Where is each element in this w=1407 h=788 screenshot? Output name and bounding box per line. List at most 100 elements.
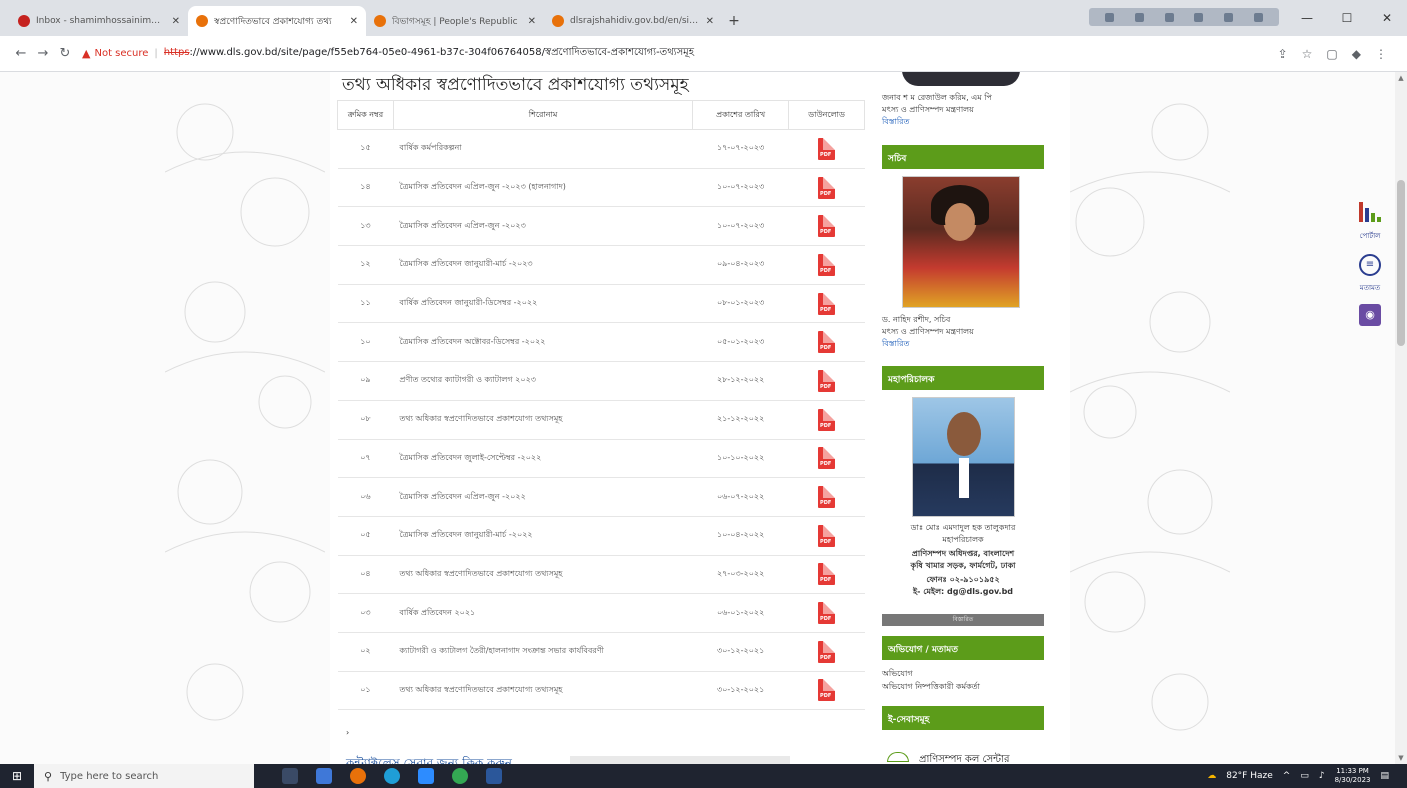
row-date: ২১-১২-২০২২: [692, 399, 789, 440]
browser-tab[interactable]: dlsrajshahidiv.gov.bd/en/site/p ✕: [544, 6, 722, 36]
pdf-download-icon[interactable]: PDF: [818, 524, 836, 547]
forward-icon[interactable]: →: [32, 46, 54, 61]
complaint-link[interactable]: অভিযোগ: [882, 668, 913, 679]
row-date: ০৬-০৭-২০২২: [692, 477, 789, 517]
chrome-icon[interactable]: [452, 768, 468, 784]
row-date: ২৭-০৩-২০২২: [692, 554, 789, 595]
row-title: বার্ষিক প্রতিবেদন জানুয়ারী-ডিসেম্বর -২০…: [393, 283, 693, 324]
pdf-download-icon[interactable]: PDF: [818, 486, 836, 509]
toolbar-icon[interactable]: [1223, 12, 1233, 22]
warning-icon[interactable]: ▲: [82, 47, 90, 60]
network-icon[interactable]: ▭: [1300, 771, 1309, 781]
tab-title: dlsrajshahidiv.gov.bd/en/site/p: [570, 16, 700, 26]
dg-phone: ফোনঃ ০২-৯১০১৯৫২: [926, 575, 1000, 584]
pdf-download-icon[interactable]: PDF: [818, 369, 836, 392]
portal-label[interactable]: পোর্টাল: [1352, 230, 1388, 242]
accessibility-icon[interactable]: ◉: [1359, 304, 1381, 326]
feedback-icon[interactable]: ≡: [1359, 254, 1381, 276]
pdf-download-icon[interactable]: PDF: [818, 408, 836, 431]
weather-text[interactable]: 82°F Haze: [1226, 771, 1273, 781]
toolbar-icon[interactable]: [1164, 12, 1174, 22]
browser-tab[interactable]: স্বপ্রণোদিতভাবে প্রকাশযোগ্য তথ্য ✕: [188, 6, 366, 36]
toolbar-icon[interactable]: [1253, 12, 1263, 22]
weather-icon[interactable]: ☁: [1207, 771, 1216, 781]
feedback-label[interactable]: মতামত: [1352, 282, 1388, 294]
row-date: ১০-১০-২০২২: [692, 438, 789, 479]
minister-name: জনাব শ ম রেজাউল করিম, এম পি: [882, 93, 992, 102]
reload-icon[interactable]: ↻: [54, 46, 76, 61]
extension-icon[interactable]: ◆: [1352, 47, 1361, 61]
file-explorer-icon[interactable]: [316, 768, 332, 784]
windows-start-icon[interactable]: ⊞: [0, 769, 34, 783]
toolbar-icon[interactable]: [1194, 12, 1204, 22]
scroll-thumb[interactable]: [1397, 180, 1405, 346]
minimize-icon[interactable]: —: [1287, 11, 1327, 25]
minister-details-link[interactable]: বিস্তারিত: [882, 116, 910, 127]
zoom-icon[interactable]: [418, 768, 434, 784]
pdf-download-icon[interactable]: PDF: [818, 253, 836, 276]
browser-tab[interactable]: Inbox - shamimhossainima@gm ✕: [10, 6, 188, 36]
tab-close-icon[interactable]: ✕: [172, 16, 180, 27]
dg-email[interactable]: ই- মেইল: dg@dls.gov.bd: [882, 586, 1044, 597]
pdf-label: PDF: [820, 577, 832, 584]
pdf-download-icon[interactable]: PDF: [818, 447, 836, 470]
pdf-download-icon[interactable]: PDF: [818, 215, 836, 238]
scroll-up-icon[interactable]: ▲: [1395, 74, 1407, 82]
notification-icon[interactable]: ▤: [1380, 771, 1389, 781]
toolbar-icon[interactable]: [1105, 12, 1115, 22]
pagination-caret[interactable]: ›: [346, 728, 349, 737]
pdf-download-icon[interactable]: PDF: [818, 176, 836, 199]
word-icon[interactable]: [486, 768, 502, 784]
secretary-details-link[interactable]: বিস্তারিত: [882, 338, 910, 349]
dg-more-bar[interactable]: বিস্তারিত: [882, 614, 1044, 626]
close-window-icon[interactable]: ✕: [1367, 11, 1407, 25]
pdf-label: PDF: [820, 654, 832, 661]
tab-close-icon[interactable]: ✕: [528, 16, 536, 27]
new-tab-icon[interactable]: +: [722, 6, 746, 36]
taskbar-search[interactable]: ⚲ Type here to search: [34, 764, 254, 788]
maximize-icon[interactable]: ☐: [1327, 11, 1367, 25]
page-scrollbar[interactable]: ▲ ▼: [1395, 72, 1407, 764]
call-center-link[interactable]: প্রাণিসম্পদ কল সেন্টার: [887, 752, 1009, 764]
pdf-label: PDF: [820, 345, 832, 352]
row-serial: ০৬: [337, 477, 394, 517]
url-field[interactable]: https://www.dls.gov.bd/site/page/f55eb76…: [164, 45, 1278, 62]
tab-close-icon[interactable]: ✕: [350, 16, 358, 27]
share-icon[interactable]: ⇪: [1278, 47, 1288, 61]
floating-widget: পোর্টাল ≡ মতামত ◉: [1352, 200, 1388, 326]
back-icon[interactable]: ←: [10, 46, 32, 61]
dg-name: ডাঃ মোঃ এমদাদুল হক তালুকদার: [910, 523, 1016, 532]
bookmark-star-icon[interactable]: ☆: [1302, 47, 1313, 61]
complaint-officer-link[interactable]: অভিযোগ নিষ্পত্তিকারী কর্মকর্তা: [882, 681, 980, 692]
volume-icon[interactable]: ♪: [1319, 771, 1325, 781]
browser-tab[interactable]: বিভাগসমূহ | People's Republic ✕: [366, 6, 544, 36]
minister-ministry: মৎস্য ও প্রাণিসম্পদ মন্ত্রণালয়: [882, 105, 974, 114]
toolbar-icon[interactable]: [1134, 12, 1144, 22]
translate-toolbar[interactable]: [1089, 8, 1279, 26]
pdf-download-icon[interactable]: PDF: [818, 331, 836, 354]
sidepanel-icon[interactable]: ▢: [1326, 47, 1337, 61]
portal-logo-icon[interactable]: [1352, 200, 1388, 222]
table-row: ০৫ ত্রৈমাসিক প্রতিবেদন জানুয়ারী-মার্চ -২…: [337, 515, 865, 556]
row-download: PDF: [788, 129, 865, 169]
pdf-download-icon[interactable]: PDF: [818, 137, 836, 160]
row-download: PDF: [788, 245, 865, 285]
task-view-icon[interactable]: [282, 768, 298, 784]
contactless-service-link[interactable]: কন্ট্যাক্টলেস সেবার জন্য ক্লিক করুন: [346, 755, 512, 764]
clock[interactable]: 11:33 PM 8/30/2023: [1335, 767, 1371, 785]
pdf-download-icon[interactable]: PDF: [818, 563, 836, 586]
pdf-download-icon[interactable]: PDF: [818, 292, 836, 315]
not-secure-label[interactable]: Not secure: [94, 48, 148, 59]
edge-icon[interactable]: [384, 768, 400, 784]
menu-dots-icon[interactable]: ⋮: [1375, 47, 1387, 61]
tab-close-icon[interactable]: ✕: [706, 16, 714, 27]
row-date: ৩০-১২-২০২১: [692, 670, 789, 711]
pdf-download-icon[interactable]: PDF: [818, 679, 836, 702]
firefox-icon[interactable]: [350, 768, 366, 784]
pdf-download-icon[interactable]: PDF: [818, 640, 836, 663]
pdf-download-icon[interactable]: PDF: [818, 602, 836, 625]
table-row: ০৭ ত্রৈমাসিক প্রতিবেদন জুলাই-সেপ্টেম্বর -…: [337, 438, 865, 479]
scroll-down-icon[interactable]: ▼: [1395, 754, 1407, 762]
row-download: PDF: [788, 515, 865, 556]
tray-chevron-icon[interactable]: ^: [1283, 771, 1291, 781]
